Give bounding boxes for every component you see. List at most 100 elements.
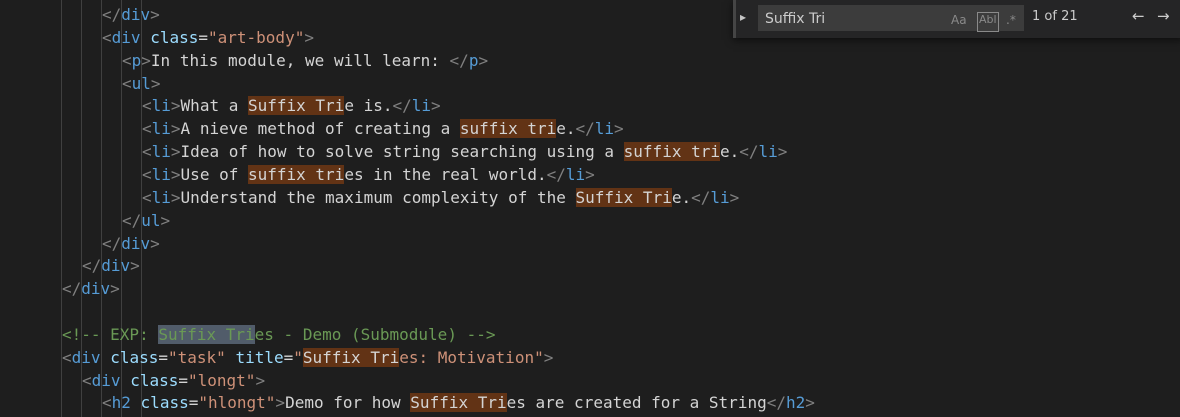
code-line[interactable]: <li>Use of suffix tries in the real worl… — [142, 163, 595, 186]
code-token: h2 — [111, 393, 131, 413]
code-token: > — [304, 27, 314, 47]
code-token: = — [178, 370, 188, 390]
code-token: title — [235, 347, 284, 367]
code-token: <!-- EXP: — [62, 324, 159, 344]
find-input[interactable]: Suffix Tri Aa Abl .* — [758, 5, 1024, 32]
match-case-toggle[interactable]: Aa — [951, 11, 967, 29]
code-line[interactable]: </div> — [102, 3, 160, 26]
code-line[interactable]: <li>Understand the maximum complexity of… — [142, 186, 739, 209]
code-token: > — [160, 210, 171, 230]
search-match: Suffix Tri — [247, 96, 345, 116]
code-token: > — [543, 347, 554, 367]
code-token: > — [805, 393, 815, 413]
code-token: div — [121, 5, 151, 24]
code-token: </ — [575, 119, 595, 139]
code-token: ul — [131, 73, 151, 93]
code-token: Demo for how — [285, 393, 411, 413]
whole-word-toggle[interactable]: Abl — [977, 12, 999, 32]
code-token: < — [142, 164, 152, 184]
code-editor[interactable]: </div> <div class="art-body"> <p>In this m… — [0, 0, 1180, 417]
code-line[interactable]: </div> — [62, 277, 120, 300]
arrow-right-icon[interactable]: → — [1157, 7, 1170, 25]
code-token: class — [130, 370, 179, 390]
code-token: </ — [392, 96, 412, 116]
code-token: e is. — [344, 96, 393, 116]
regex-toggle[interactable]: .* — [1006, 11, 1016, 29]
code-token: p — [131, 50, 142, 70]
code-token: e. — [719, 142, 740, 162]
code-token: li — [151, 119, 171, 139]
code-token: </ — [102, 233, 122, 253]
find-query[interactable]: Suffix Tri — [765, 11, 825, 27]
code-token: li — [758, 142, 778, 162]
code-token: div — [121, 233, 151, 253]
code-token: What a — [180, 96, 248, 116]
code-token: div — [101, 256, 131, 276]
code-token: es - Demo (Submodule) --> — [254, 324, 496, 344]
code-line[interactable]: <div class="longt"> — [82, 369, 265, 392]
code-token: < — [122, 73, 132, 93]
code-line[interactable]: <li>A nieve method of creating a suffix … — [142, 117, 624, 140]
code-token: es in the real world. — [344, 164, 547, 184]
code-line[interactable]: </ul> — [122, 209, 170, 232]
code-token: "art-body" — [208, 27, 305, 47]
code-token: es are created for a String — [506, 393, 767, 413]
code-line[interactable]: </div> — [82, 254, 140, 277]
code-token: > — [170, 142, 181, 162]
code-token: class — [110, 347, 159, 367]
search-match: suffix tri — [459, 119, 557, 139]
code-line[interactable]: <li>What a Suffix Trie is.</li> — [142, 94, 441, 117]
code-token: = — [158, 347, 168, 367]
code-token: </ — [449, 50, 469, 70]
code-token: < — [102, 393, 112, 413]
code-token: p — [468, 50, 479, 70]
code-token: < — [82, 370, 92, 390]
code-token: class — [140, 393, 189, 413]
code-token: </ — [62, 279, 82, 299]
code-token: > — [150, 233, 160, 253]
code-token: A nieve method of creating a — [180, 119, 460, 139]
code-token: e. — [556, 119, 576, 139]
code-token: "hlongt" — [198, 393, 276, 413]
arrow-left-icon[interactable]: ← — [1132, 7, 1145, 25]
code-token: > — [170, 119, 181, 139]
search-match: Suffix Tri — [575, 187, 672, 207]
code-token: Idea of how to solve string searching us… — [180, 142, 624, 162]
code-token: li — [411, 96, 432, 116]
search-match: Suffix Tri — [302, 347, 400, 367]
code-line[interactable]: <div class="task" title="Suffix Tries: M… — [62, 346, 553, 369]
code-line[interactable]: <div class="art-body"> — [102, 26, 314, 49]
code-token: > — [130, 256, 140, 276]
code-token: > — [255, 370, 266, 390]
code-token: > — [777, 142, 788, 162]
code-token: Understand the maximum complexity of the — [180, 187, 576, 207]
code-token: " — [293, 347, 303, 367]
code-token: > — [170, 164, 181, 184]
code-token: li — [710, 187, 730, 207]
code-token: > — [141, 50, 151, 70]
match-count: 1 of 21 — [1032, 9, 1078, 24]
code-token: </ — [82, 256, 102, 276]
code-token: "longt" — [188, 370, 256, 390]
code-line[interactable]: </div> — [102, 232, 160, 255]
code-line[interactable]: <li>Idea of how to solve string searchin… — [142, 140, 787, 163]
code-token: div — [81, 279, 111, 299]
chevron-right-icon[interactable]: ▸ — [740, 10, 746, 24]
code-token: < — [102, 27, 112, 47]
code-token: li — [151, 164, 171, 184]
code-line[interactable]: <p>In this module, we will learn: </p> — [122, 49, 488, 72]
code-token: > — [431, 96, 441, 116]
code-token: ul — [141, 210, 161, 230]
code-token: In this module, we will learn: — [150, 50, 450, 70]
code-line[interactable]: <!-- EXP: Suffix Tries - Demo (Submodule… — [62, 323, 495, 346]
code-token: = — [198, 27, 208, 47]
code-line[interactable]: <ul> — [122, 72, 161, 95]
code-token: li — [594, 119, 615, 139]
code-line[interactable]: <h2 class="hlongt">Demo for how Suffix T… — [102, 391, 815, 414]
code-token: li — [151, 142, 171, 162]
code-token: > — [478, 50, 489, 70]
code-token: > — [170, 187, 181, 207]
